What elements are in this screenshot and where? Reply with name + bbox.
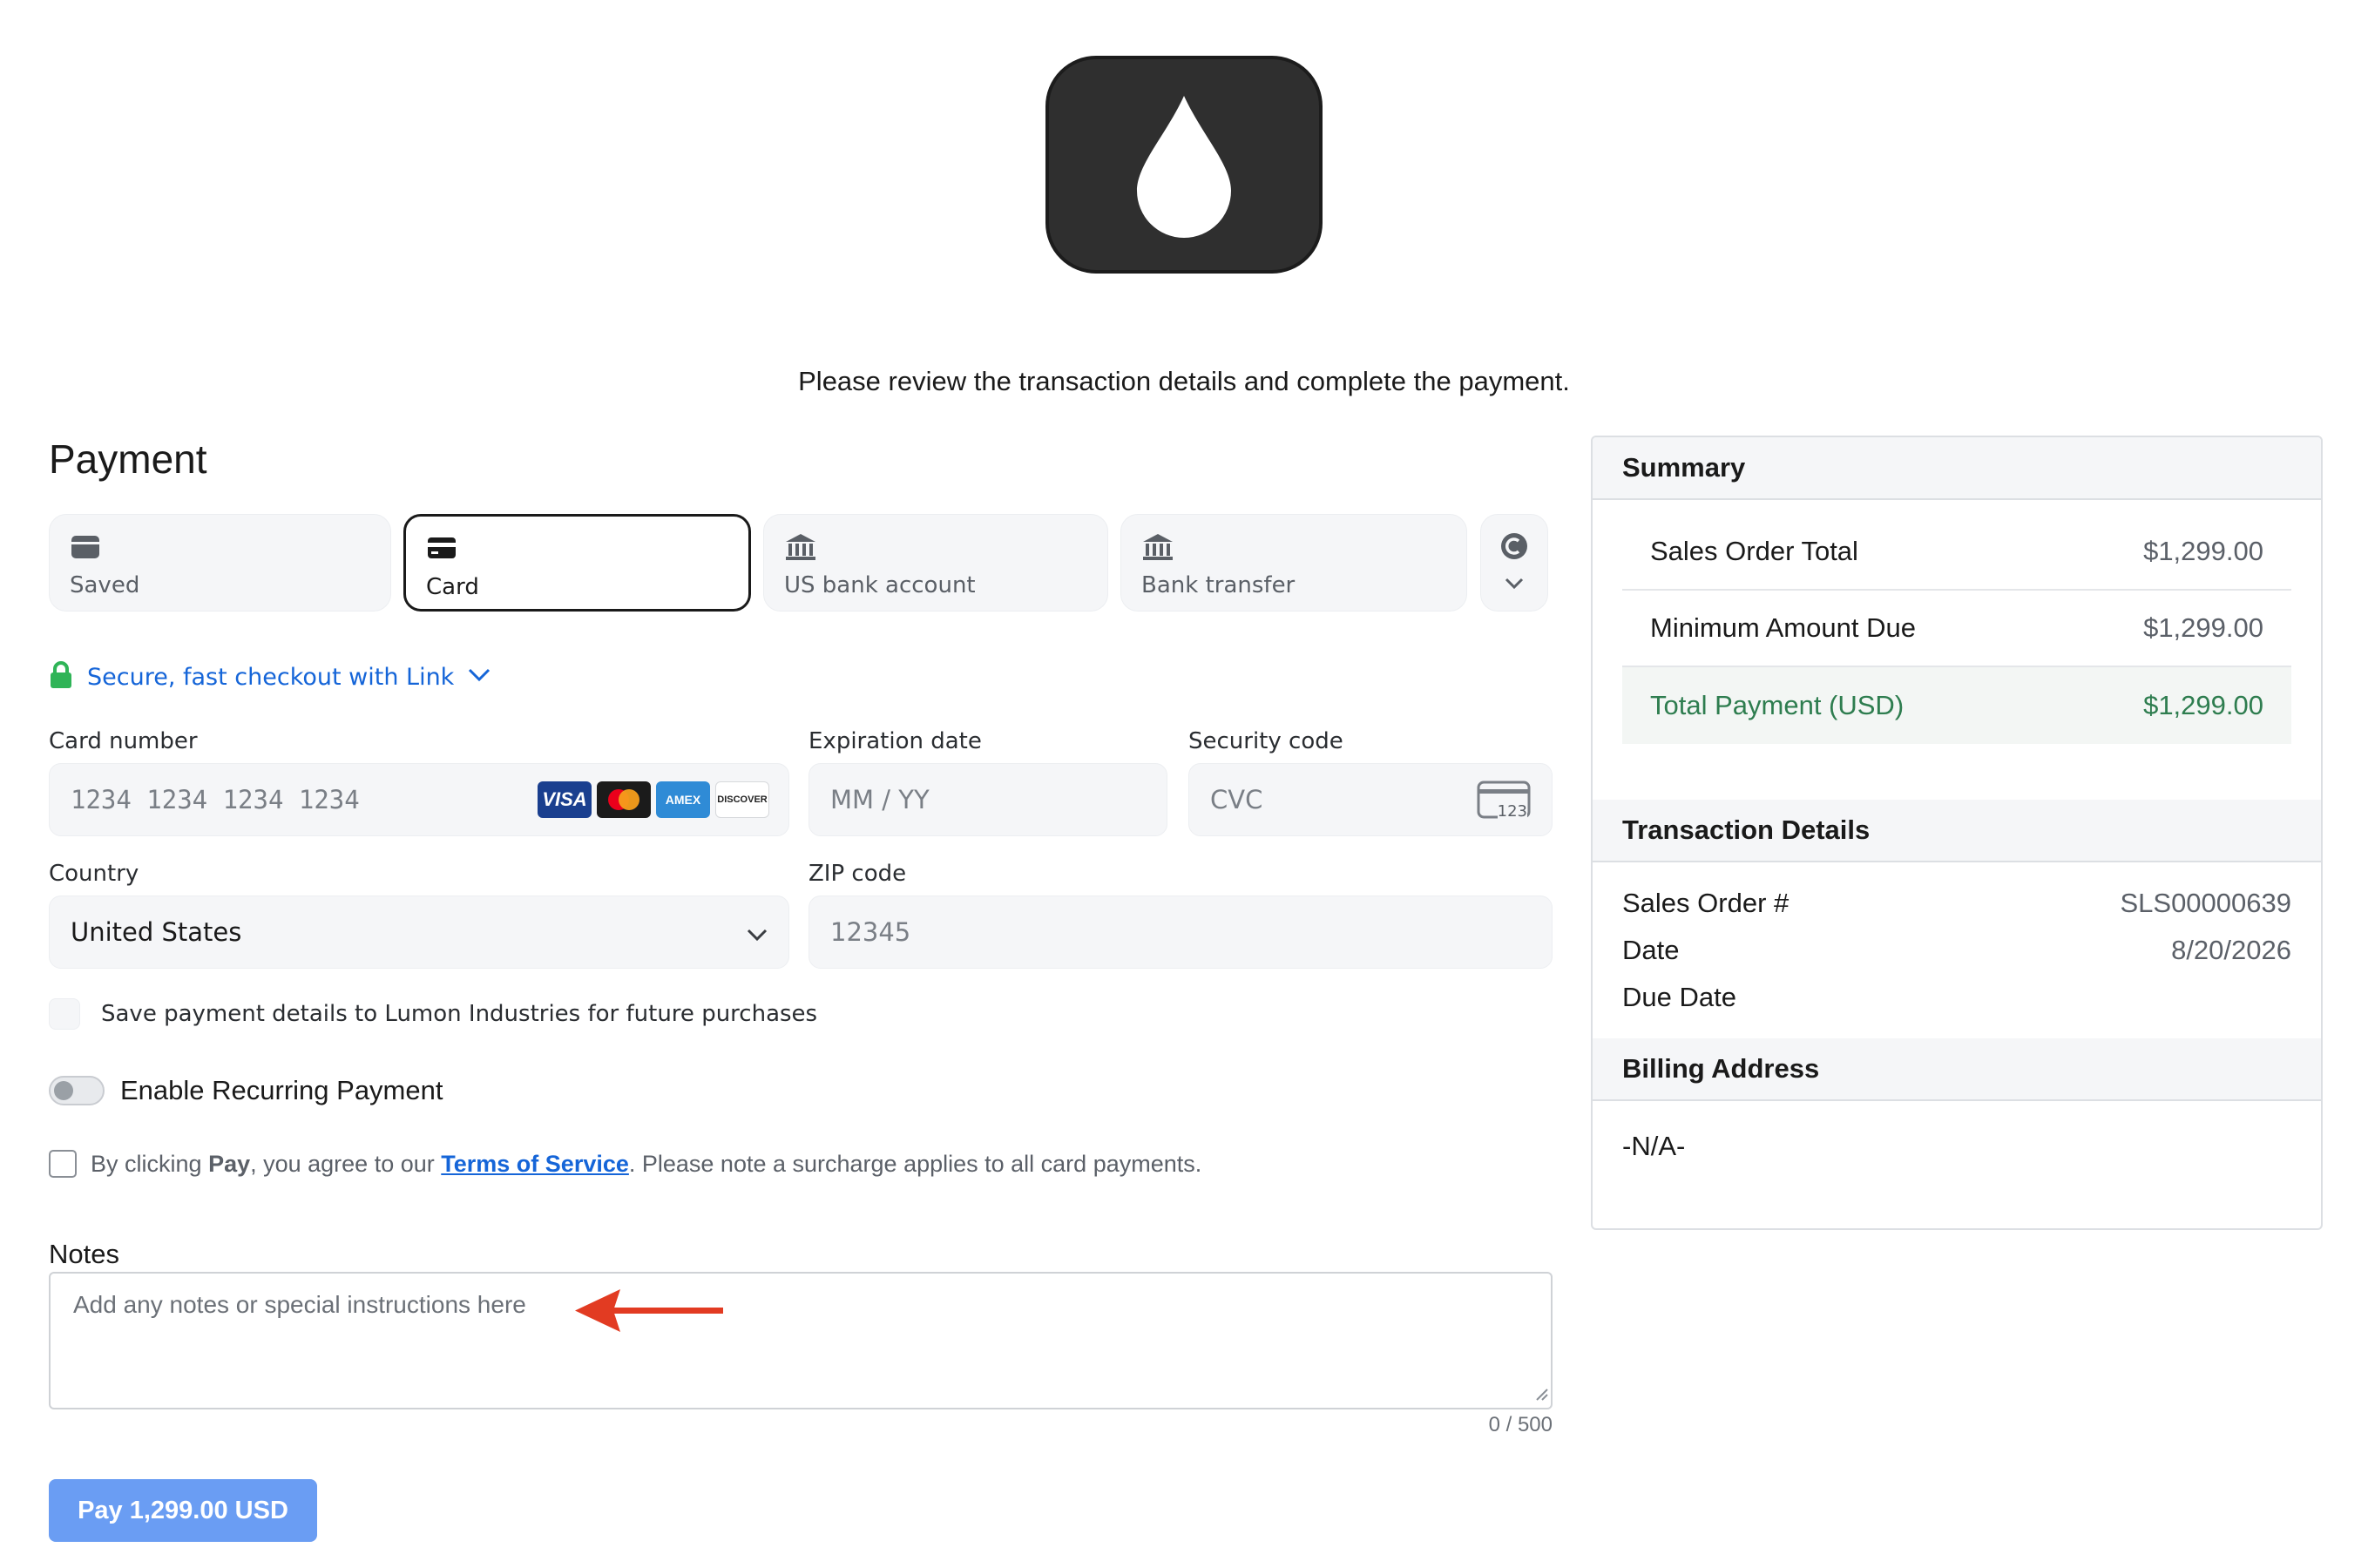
summary-title: Summary xyxy=(1593,437,2321,500)
discover-icon: DISCOVER xyxy=(715,781,769,818)
security-code-label: Security code xyxy=(1188,728,1343,754)
transaction-details-title: Transaction Details xyxy=(1593,800,2321,862)
zip-placeholder: 12345 xyxy=(830,917,911,947)
tab-bank-transfer-label: Bank transfer xyxy=(1141,572,1296,598)
visa-icon: VISA xyxy=(538,781,592,818)
billing-address-value: -N/A- xyxy=(1622,1131,1686,1161)
bank-icon xyxy=(784,532,1087,562)
pay-button[interactable]: Pay 1,299.00 USD xyxy=(49,1479,317,1542)
recurring-payment-toggle[interactable] xyxy=(49,1076,105,1105)
payment-title: Payment xyxy=(49,436,207,482)
tab-saved[interactable]: Saved xyxy=(49,514,391,612)
save-payment-text: Save payment details to Lumon Industries… xyxy=(101,1001,818,1027)
summary-row-minimum-amount-due: Minimum Amount Due $1,299.00 xyxy=(1622,591,2291,667)
card-number-input[interactable]: 1234 1234 1234 1234 VISA AMEX DISCOVER xyxy=(49,763,789,836)
amex-icon: AMEX xyxy=(656,781,710,818)
transaction-row-date: Date 8/20/2026 xyxy=(1622,935,2291,965)
wallet-icon xyxy=(70,532,370,562)
transaction-details-list: Sales Order # SLS00000639 Date 8/20/2026… xyxy=(1593,862,2321,1038)
terms-of-service-link[interactable]: Terms of Service xyxy=(441,1151,629,1177)
cvc-card-icon: 123 xyxy=(1477,781,1531,821)
terms-row: By clicking Pay, you agree to our Terms … xyxy=(49,1150,1201,1178)
resize-handle-icon[interactable] xyxy=(1532,1384,1549,1406)
recurring-payment-row[interactable]: Enable Recurring Payment xyxy=(49,1075,443,1106)
security-code-input[interactable]: CVC 123 xyxy=(1188,763,1553,836)
tab-card-label: Card xyxy=(426,574,479,600)
card-number-label: Card number xyxy=(49,728,198,754)
expiration-label: Expiration date xyxy=(809,728,982,754)
tab-us-bank-account-label: US bank account xyxy=(784,572,976,598)
billing-address-title: Billing Address xyxy=(1593,1038,2321,1101)
link-checkout[interactable]: Secure, fast checkout with Link xyxy=(49,660,491,694)
lock-icon xyxy=(49,660,73,694)
annotation-arrow-icon xyxy=(575,1289,723,1332)
summary-table: Sales Order Total $1,299.00 Minimum Amou… xyxy=(1622,514,2291,744)
terms-text: By clicking Pay, you agree to our Terms … xyxy=(91,1150,1202,1177)
notes-char-counter: 0 / 500 xyxy=(1488,1413,1553,1436)
summary-panel: Summary Sales Order Total $1,299.00 Mini… xyxy=(1591,436,2323,1230)
currency-icon xyxy=(1499,531,1529,565)
card-icon xyxy=(426,534,728,564)
notes-placeholder: Add any notes or special instructions he… xyxy=(73,1291,526,1318)
country-select[interactable]: United States xyxy=(49,896,789,969)
tab-saved-label: Saved xyxy=(70,572,140,598)
drop-logo xyxy=(1045,56,1323,274)
country-value: United States xyxy=(71,917,242,947)
tab-us-bank-account[interactable]: US bank account xyxy=(763,514,1108,612)
save-payment-row[interactable]: Save payment details to Lumon Industries… xyxy=(49,998,817,1030)
card-brands: VISA AMEX DISCOVER xyxy=(538,781,769,818)
mastercard-icon xyxy=(597,781,651,818)
terms-checkbox[interactable] xyxy=(49,1150,77,1178)
chevron-down-icon xyxy=(1505,578,1524,594)
intro-text: Please review the transaction details an… xyxy=(798,366,1570,396)
tab-bank-transfer[interactable]: Bank transfer xyxy=(1120,514,1467,612)
save-payment-checkbox[interactable] xyxy=(49,998,80,1030)
toggle-knob xyxy=(54,1081,73,1100)
country-label: Country xyxy=(49,861,139,887)
expiration-input[interactable]: MM / YY xyxy=(809,763,1167,836)
expiration-placeholder: MM / YY xyxy=(830,785,930,814)
transaction-row-due-date: Due Date xyxy=(1622,982,1736,1012)
summary-row-sales-order-total: Sales Order Total $1,299.00 xyxy=(1622,514,2291,591)
notes-label: Notes xyxy=(49,1239,119,1269)
drop-icon xyxy=(1137,96,1231,238)
transaction-row-sales-order: Sales Order # SLS00000639 xyxy=(1622,888,2291,918)
security-code-placeholder: CVC xyxy=(1210,785,1263,814)
tab-card[interactable]: Card xyxy=(403,514,751,612)
bank-icon xyxy=(1141,532,1446,562)
card-number-placeholder: 1234 1234 1234 1234 xyxy=(71,785,360,814)
chevron-down-icon xyxy=(468,668,491,686)
more-payment-methods-tab[interactable] xyxy=(1480,514,1548,612)
notes-textarea[interactable]: Add any notes or special instructions he… xyxy=(49,1272,1553,1409)
zip-label: ZIP code xyxy=(809,861,907,887)
summary-row-total-payment: Total Payment (USD) $1,299.00 xyxy=(1622,667,2291,744)
recurring-payment-text: Enable Recurring Payment xyxy=(120,1075,443,1105)
zip-input[interactable]: 12345 xyxy=(809,896,1553,969)
chevron-down-icon xyxy=(747,917,768,947)
link-checkout-text: Secure, fast checkout with Link xyxy=(87,664,455,691)
